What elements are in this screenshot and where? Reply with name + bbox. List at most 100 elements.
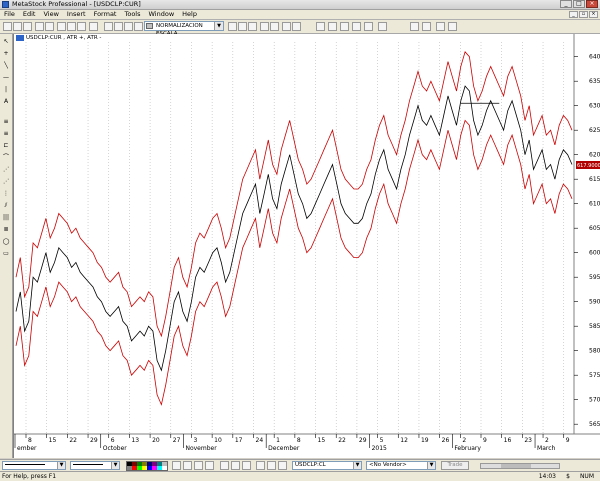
- x-tick-label: 24: [256, 437, 264, 444]
- candles-icon[interactable]: [238, 22, 247, 31]
- tile-icon[interactable]: [364, 22, 373, 31]
- bar-chart-icon[interactable]: [183, 461, 192, 470]
- y-tick-label: 630: [589, 103, 600, 110]
- main-toolbar: NORMALIZACION ESCALA ▼: [0, 20, 600, 37]
- scale-icon[interactable]: [134, 22, 143, 31]
- print-preview-icon[interactable]: [45, 22, 54, 31]
- window-layout-icon[interactable]: [340, 22, 349, 31]
- pointer-icon[interactable]: ↖: [2, 38, 10, 46]
- drawing-toolbar: ↖ + ╲ — | A ≡ ≡ ⊏ ⌒ ⋰ ⋰ ⋮ ⫽ ||| ≣ ◯ ▭: [0, 34, 13, 458]
- cut-icon[interactable]: [57, 22, 66, 31]
- menu-help[interactable]: Help: [178, 10, 201, 19]
- x-tick-label: 19: [421, 437, 429, 444]
- menu-window[interactable]: Window: [145, 10, 179, 19]
- menu-tools[interactable]: Tools: [120, 10, 144, 19]
- menu-format[interactable]: Format: [90, 10, 121, 19]
- regression-icon[interactable]: ⫽: [2, 202, 10, 210]
- menu-insert[interactable]: Insert: [63, 10, 90, 19]
- redo-icon[interactable]: [114, 22, 123, 31]
- symbol-combo[interactable]: USDCLP:CL ▼: [292, 461, 362, 470]
- copy-icon[interactable]: [67, 22, 76, 31]
- expert-icon[interactable]: [282, 22, 291, 31]
- child-close-button[interactable]: ×: [589, 11, 598, 18]
- paste-icon[interactable]: [77, 22, 86, 31]
- speed-lines-icon[interactable]: ⋰: [2, 178, 10, 186]
- price-chart[interactable]: 8 15 22 29 6 13 20 27 3 10 17 24 1 8 15 22 29 5 12 19 26 2 9 16…: [14, 34, 600, 458]
- line-weight-combo[interactable]: ▼: [70, 461, 120, 470]
- ellipse-icon[interactable]: ◯: [2, 238, 10, 246]
- x-tick-label: 22: [338, 437, 346, 444]
- system-tester-icon[interactable]: [292, 22, 301, 31]
- app-icon: [2, 1, 9, 8]
- child-minimize-button[interactable]: _: [569, 11, 578, 18]
- y-tick-label: 620: [589, 152, 600, 159]
- binoculars-icon[interactable]: [270, 22, 279, 31]
- zoom-icon[interactable]: [124, 22, 133, 31]
- color-b-icon[interactable]: [448, 22, 457, 31]
- save-icon[interactable]: [23, 22, 32, 31]
- candle-chart-icon[interactable]: [194, 461, 203, 470]
- color-palette[interactable]: [126, 461, 168, 471]
- layout-icon[interactable]: [316, 22, 325, 31]
- cascade-icon[interactable]: [378, 22, 387, 31]
- channel-icon[interactable]: ≡: [2, 118, 10, 126]
- maximize-button[interactable]: □: [573, 0, 585, 8]
- vendor-value: <No Vendor>: [369, 462, 407, 468]
- arc-icon[interactable]: ⌒: [2, 154, 10, 162]
- cycle-lines-icon[interactable]: ⋮: [2, 190, 10, 198]
- time-zones-icon[interactable]: |||: [2, 214, 10, 222]
- color-a-icon[interactable]: [436, 22, 445, 31]
- trade-button[interactable]: Trade: [441, 461, 469, 470]
- y-tick-label: 615: [589, 176, 600, 183]
- gann-fan-icon[interactable]: ⋰: [2, 166, 10, 174]
- horizontal-scrollbar[interactable]: [480, 463, 560, 469]
- normalization-combo[interactable]: NORMALIZACION ESCALA ▼: [144, 21, 224, 37]
- parallel-icon[interactable]: ≡: [2, 130, 10, 138]
- vendor-combo[interactable]: <No Vendor> ▼: [366, 461, 436, 470]
- y-tick-label: 635: [589, 78, 600, 85]
- fibonacci-icon[interactable]: ⊏: [2, 142, 10, 150]
- x-month-label: October: [103, 445, 128, 452]
- series-line-atr-plus: [15, 50, 573, 338]
- zoom-in-icon[interactable]: [256, 461, 265, 470]
- horizontal-line-icon[interactable]: —: [2, 74, 10, 82]
- fill-icon[interactable]: [422, 22, 431, 31]
- minimize-button[interactable]: _: [560, 0, 572, 8]
- text-tool-icon[interactable]: A: [2, 98, 10, 106]
- chart-window[interactable]: 8 15 22 29 6 13 20 27 3 10 17 24 1 8 15 22 29 5 12 19 26 2 9 16…: [13, 34, 600, 458]
- line-chart-icon[interactable]: [172, 461, 181, 470]
- open-icon[interactable]: [13, 22, 22, 31]
- x-month-label: March: [537, 445, 555, 452]
- scrollbar-thumb[interactable]: [501, 464, 531, 468]
- circle-icon[interactable]: [410, 22, 419, 31]
- window-title: MetaStock Professional - [USDCLP:CUR]: [12, 0, 141, 8]
- quadrant-icon[interactable]: ≣: [2, 226, 10, 234]
- delete-icon[interactable]: [89, 22, 98, 31]
- rectangle-icon[interactable]: ▭: [2, 250, 10, 258]
- bottom-toolbar: ▼ ▼ USDCLP:CL ▼ <No Vendor> ▼ Trade: [0, 459, 600, 471]
- explorer-icon[interactable]: [260, 22, 269, 31]
- new-icon[interactable]: [3, 22, 12, 31]
- trendline-icon[interactable]: ╲: [2, 62, 10, 70]
- vertical-line-icon[interactable]: |: [2, 86, 10, 94]
- monthly-icon[interactable]: [242, 461, 251, 470]
- child-restore-button[interactable]: ▫: [579, 11, 588, 18]
- undo-icon[interactable]: [104, 22, 113, 31]
- chart-type-icon[interactable]: [228, 22, 237, 31]
- print-icon[interactable]: [35, 22, 44, 31]
- weekly-icon[interactable]: [231, 461, 240, 470]
- menu-file[interactable]: File: [0, 10, 19, 19]
- refresh-icon[interactable]: [278, 461, 287, 470]
- window-split-icon[interactable]: [352, 22, 361, 31]
- crosshair-icon[interactable]: +: [2, 50, 10, 58]
- daily-icon[interactable]: [220, 461, 229, 470]
- histogram-icon[interactable]: [205, 461, 214, 470]
- menu-view[interactable]: View: [39, 10, 62, 19]
- menu-edit[interactable]: Edit: [19, 10, 40, 19]
- grid-icon[interactable]: [328, 22, 337, 31]
- indicator-icon[interactable]: [248, 22, 257, 31]
- line-style-combo[interactable]: ▼: [2, 461, 66, 470]
- y-tick-label: 610: [589, 201, 600, 208]
- zoom-out-icon[interactable]: [267, 461, 276, 470]
- close-button[interactable]: ×: [586, 0, 598, 8]
